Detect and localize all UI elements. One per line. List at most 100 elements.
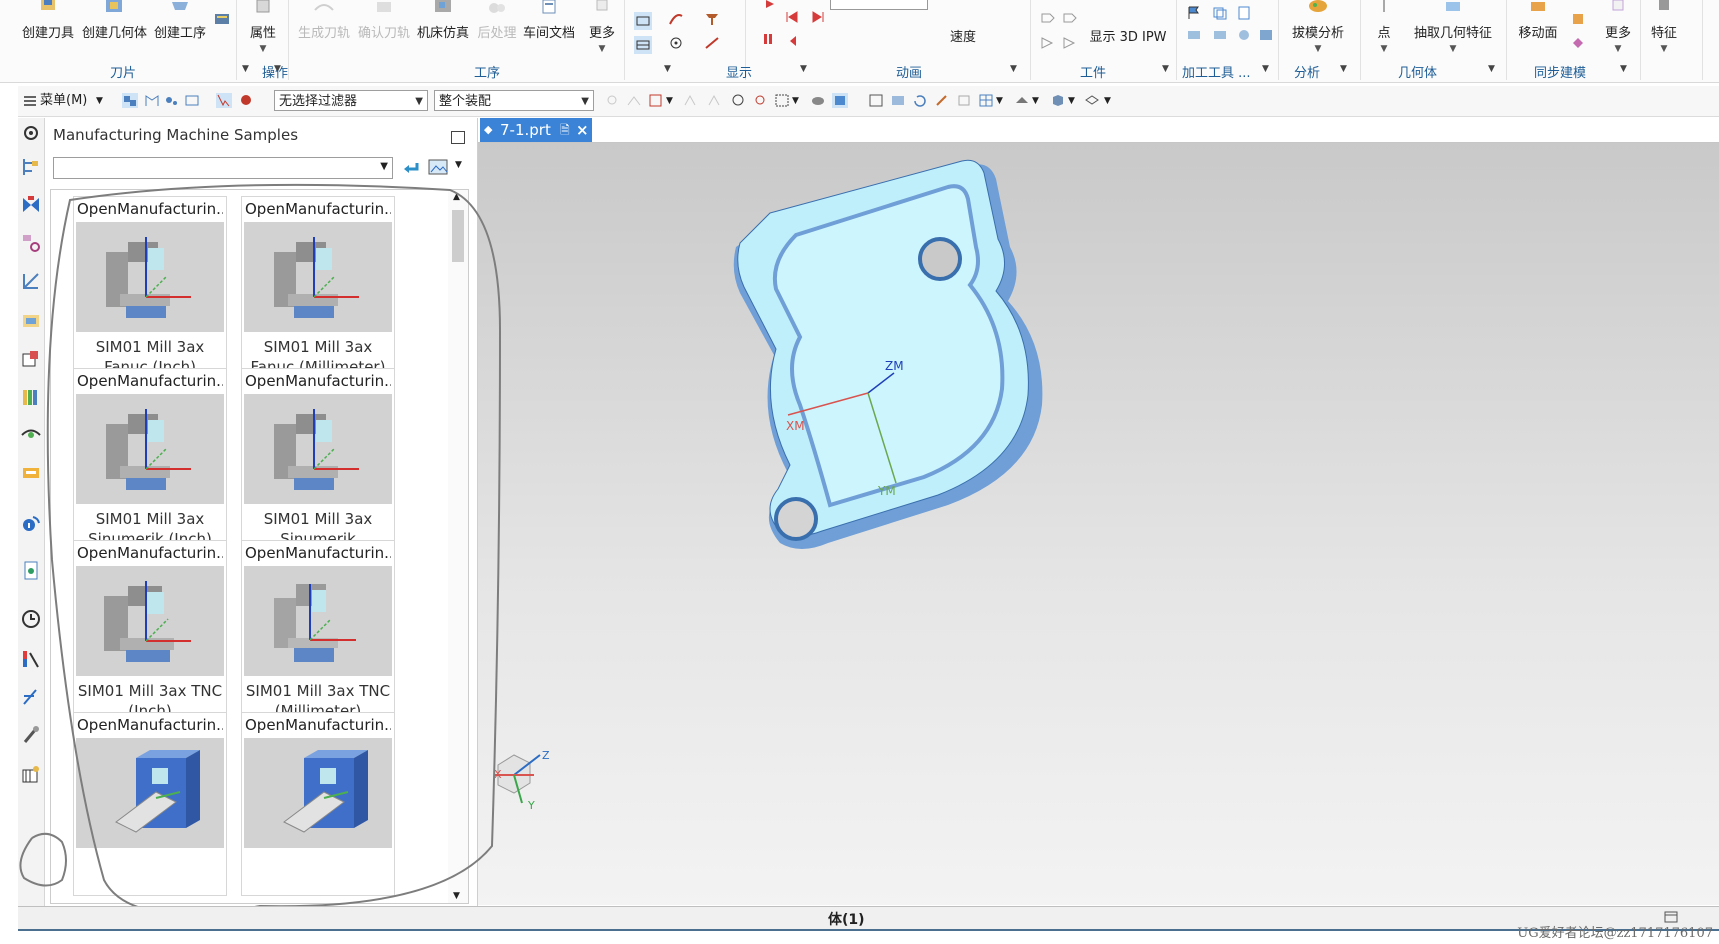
chevron-down-icon[interactable]: ▼ bbox=[800, 64, 807, 74]
tool-display-icon[interactable] bbox=[704, 12, 720, 26]
library-filter-combo[interactable]: ▼ bbox=[53, 157, 393, 179]
attributes-button[interactable]: 属性 ▼ bbox=[245, 0, 281, 54]
maximize-panel-icon[interactable] bbox=[451, 131, 465, 144]
roles-icon[interactable] bbox=[20, 686, 42, 708]
chevron-down-icon[interactable]: ▼ bbox=[1620, 64, 1627, 74]
select-highlight-icon[interactable] bbox=[238, 93, 254, 108]
machine-card[interactable]: OpenManufacturin... bbox=[73, 712, 227, 896]
tool-check-icon[interactable] bbox=[1212, 28, 1228, 42]
snap-point-icon[interactable] bbox=[730, 93, 746, 108]
select-filter-icon[interactable] bbox=[216, 93, 232, 108]
sync-icon-1[interactable] bbox=[1570, 12, 1586, 26]
scrollbar-thumb[interactable] bbox=[452, 210, 464, 262]
tool-report-icon[interactable] bbox=[1258, 28, 1274, 42]
chevron-down-icon[interactable]: ▼ bbox=[1162, 64, 1169, 74]
sync-icon-2[interactable] bbox=[1570, 36, 1586, 50]
circle-target-icon[interactable] bbox=[668, 36, 684, 50]
machine-card[interactable]: OpenManufacturin... SIM01 Mill 3ax TNC (M… bbox=[241, 540, 395, 724]
machine-navigator-icon[interactable] bbox=[20, 194, 42, 216]
snap-icon-2[interactable] bbox=[626, 93, 642, 108]
point-button[interactable]: 点 ▼ bbox=[1370, 0, 1398, 54]
palette-icon[interactable] bbox=[20, 648, 42, 670]
eye-icon[interactable] bbox=[20, 424, 42, 446]
create-tool-button[interactable]: 创建刀具 bbox=[22, 0, 74, 41]
chevron-down-icon[interactable]: ▼ bbox=[96, 91, 103, 111]
select-face-icon[interactable] bbox=[164, 93, 180, 108]
display-toolpath-icon[interactable] bbox=[634, 12, 652, 30]
chevron-down-icon[interactable]: ▼ bbox=[996, 91, 1003, 111]
rotate-icon[interactable] bbox=[912, 93, 928, 108]
step-back-icon[interactable] bbox=[784, 10, 800, 24]
chevron-down-icon[interactable]: ▼ bbox=[1068, 91, 1075, 111]
generate-toolpath-button[interactable]: 生成刀轨 bbox=[298, 0, 350, 41]
zoom-icon[interactable] bbox=[890, 93, 906, 108]
hd3d-tools-icon[interactable] bbox=[20, 348, 42, 370]
machine-card[interactable]: OpenManufacturin... SIM01 Mill 3ax Fanuc … bbox=[241, 196, 395, 380]
chevron-down-icon[interactable]: ▼ bbox=[455, 160, 462, 170]
gear-icon[interactable] bbox=[20, 122, 42, 144]
workpiece-icon-2[interactable] bbox=[1062, 10, 1078, 24]
create-geometry-button[interactable]: 创建几何体 bbox=[82, 0, 147, 41]
layer-icon[interactable] bbox=[956, 93, 972, 108]
snap-center-icon[interactable] bbox=[752, 93, 768, 108]
scroll-down-icon[interactable]: ▼ bbox=[453, 891, 460, 901]
pan-icon[interactable] bbox=[934, 93, 950, 108]
snap-icon-3[interactable] bbox=[648, 93, 664, 108]
template-icon[interactable] bbox=[20, 462, 42, 484]
create-operation-button[interactable]: 创建工序 bbox=[154, 0, 206, 41]
line-icon[interactable] bbox=[704, 36, 720, 50]
shop-documentation-button[interactable]: 车间文档 bbox=[522, 0, 576, 41]
scroll-up-icon[interactable]: ▲ bbox=[453, 192, 460, 202]
tab-part-file[interactable]: ◆ 7-1.prt 🗎 × bbox=[480, 118, 592, 142]
graphics-viewport[interactable]: ZM XM YM X Y Z bbox=[478, 143, 1719, 905]
more-sync-button[interactable]: 更多 ▼ bbox=[1600, 0, 1636, 54]
chevron-down-icon[interactable]: ▼ bbox=[1340, 64, 1347, 74]
shaded-icon[interactable] bbox=[832, 93, 848, 108]
chevron-down-icon[interactable]: ▼ bbox=[242, 64, 249, 74]
view-mode-icon[interactable] bbox=[427, 158, 449, 176]
machine-card[interactable]: OpenManufacturin... SIM01 Mill 3ax Sinume… bbox=[241, 368, 395, 552]
display-style-icon[interactable] bbox=[1050, 93, 1066, 108]
chevron-down-icon[interactable]: ▼ bbox=[1104, 91, 1111, 111]
history-books-icon[interactable] bbox=[20, 386, 42, 408]
box-select-icon[interactable] bbox=[774, 93, 790, 108]
more-operations-button[interactable]: 更多 ▼ bbox=[586, 0, 618, 54]
verify-toolpath-button[interactable]: 确认刀轨 bbox=[358, 0, 410, 41]
vertical-scrollbar[interactable]: ▲ ▼ bbox=[448, 190, 468, 903]
draft-analysis-button[interactable]: 拔模分析 ▼ bbox=[1286, 0, 1350, 54]
machine-simulation-button[interactable]: 机床仿真 bbox=[416, 0, 470, 41]
select-component-icon[interactable] bbox=[184, 93, 200, 108]
chevron-down-icon[interactable]: ▼ bbox=[666, 91, 673, 111]
chevron-down-icon[interactable]: ▼ bbox=[274, 64, 281, 74]
machine-card[interactable]: OpenManufacturin... SIM01 Mill 3ax Fanuc … bbox=[73, 196, 227, 380]
snap-icon-5[interactable] bbox=[706, 93, 722, 108]
show-3d-ipw-button[interactable]: 显示 3D IPW bbox=[1086, 20, 1170, 45]
back-arrow-icon[interactable] bbox=[401, 159, 421, 177]
pause-icon[interactable] bbox=[760, 32, 776, 46]
play-icon[interactable] bbox=[762, 0, 778, 14]
feature-button[interactable]: 特征 ▼ bbox=[1646, 0, 1682, 54]
rewind-icon[interactable] bbox=[786, 34, 802, 48]
chevron-down-icon[interactable]: ▼ bbox=[1010, 64, 1017, 74]
clock-icon[interactable] bbox=[20, 608, 42, 630]
machine-card[interactable]: OpenManufacturin... bbox=[241, 712, 395, 896]
snap-icon-1[interactable] bbox=[604, 93, 620, 108]
curve-icon[interactable] bbox=[668, 12, 684, 26]
tool-gear-icon[interactable] bbox=[1236, 28, 1252, 42]
ribbon-extra-icon[interactable] bbox=[214, 12, 230, 26]
tool-library-icon[interactable] bbox=[20, 724, 42, 746]
postprocess-button[interactable]: 后处理 bbox=[476, 0, 518, 41]
machine-library-icon[interactable] bbox=[20, 764, 42, 786]
constraint-navigator-icon[interactable] bbox=[20, 270, 42, 292]
orient-triad-icon[interactable] bbox=[1084, 93, 1100, 108]
section-icon[interactable] bbox=[1014, 93, 1030, 108]
speed-input[interactable] bbox=[830, 0, 928, 10]
tool-copy-icon[interactable] bbox=[1212, 6, 1228, 20]
close-icon[interactable]: × bbox=[576, 118, 589, 142]
workpiece-icon-4[interactable] bbox=[1062, 36, 1078, 50]
chevron-down-icon[interactable]: ▼ bbox=[1488, 64, 1495, 74]
select-feature-icon[interactable] bbox=[122, 93, 138, 108]
step-forward-icon[interactable] bbox=[810, 10, 826, 24]
render-icon[interactable] bbox=[810, 93, 826, 108]
chevron-down-icon[interactable]: ▼ bbox=[1032, 91, 1039, 111]
